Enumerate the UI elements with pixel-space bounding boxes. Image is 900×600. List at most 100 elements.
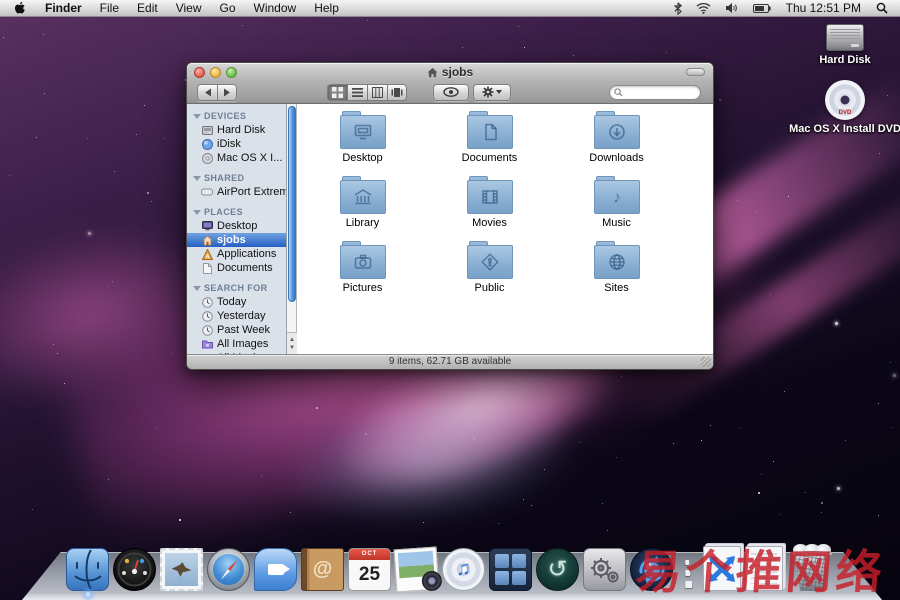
desktop-folder-icon [340,115,386,149]
apple-menu-icon[interactable] [0,1,36,15]
scroll-up-icon[interactable]: ▲ [289,337,295,343]
folder-public[interactable]: Public [426,242,553,307]
menu-file[interactable]: File [91,0,128,17]
sidebar-section-search-for[interactable]: SEARCH FOR [187,281,286,295]
disclosure-triangle-icon[interactable] [193,286,201,291]
back-button[interactable] [197,84,217,101]
stamp-image [165,553,198,586]
sidebar-item-airport-extreme[interactable]: AirPort Extreme [187,185,286,199]
address-book-dock-icon[interactable]: @ [301,548,344,591]
view-mode-control [327,84,407,101]
icon-view-button[interactable] [327,84,347,101]
list-view-button[interactable] [347,84,367,101]
crossed-arrows-logo [707,554,737,584]
trash-dock-icon[interactable] [787,545,837,591]
action-menu-button[interactable] [473,84,511,101]
toolbar [187,81,713,104]
ical-dock-icon[interactable]: OCT 25 [348,548,391,591]
sidebar-item-applications[interactable]: A Applications [187,247,286,261]
menu-go[interactable]: Go [211,0,245,17]
folder-desktop[interactable]: Desktop [299,112,426,177]
itunes-dock-icon[interactable]: ♫ [442,548,485,591]
sidebar-item-today[interactable]: Today [187,295,286,309]
space-tile [512,554,526,568]
documents-folder-icon [467,115,513,149]
clock-icon [201,310,213,322]
menu-help[interactable]: Help [305,0,348,17]
system-preferences-dock-icon[interactable] [583,548,626,591]
forward-button[interactable] [217,84,237,101]
quick-look-button[interactable] [433,84,469,101]
sidebar-item-idisk[interactable]: iDisk [187,137,286,151]
sidebar-item-hard-disk[interactable]: Hard Disk [187,123,286,137]
folder-pictures[interactable]: Pictures [299,242,426,307]
documents-stack-dock-icon[interactable] [703,546,741,591]
desktop-icon-install-dvd[interactable]: DVD Mac OS X Install DVD [770,80,900,135]
menu-finder[interactable]: Finder [36,0,91,17]
sidebar-scrollbar[interactable]: ▲ ▼ [287,104,297,354]
column-view-button[interactable] [367,84,387,101]
resize-grip[interactable] [701,357,711,367]
folder-downloads[interactable]: Downloads [553,112,680,177]
sidebar-item-sjobs[interactable]: sjobs [187,233,286,247]
applications-icon: A [201,248,213,260]
music-note-glyph: ♫ [456,558,471,581]
sidebar-item-install-dvd[interactable]: Mac OS X I... [187,151,286,165]
menu-window[interactable]: Window [245,0,306,17]
scrollbar-thumb[interactable] [288,106,296,302]
folder-music[interactable]: ♪ Music [553,177,680,242]
battery-icon[interactable] [746,4,778,13]
search-field[interactable] [609,85,701,100]
dock: @ OCT 25 ♫ ↺ [0,538,900,600]
ichat-dock-icon[interactable] [254,548,297,591]
svg-text:A: A [205,254,210,260]
bluetooth-icon[interactable] [667,2,689,15]
time-machine-dock-icon[interactable]: ↺ [536,548,579,591]
toolbar-toggle-button[interactable] [686,68,705,76]
desktop-icon-hard-disk[interactable]: Hard Disk [770,24,900,66]
disclosure-triangle-icon[interactable] [193,114,201,119]
sidebar-item-documents[interactable]: Documents [187,261,286,275]
menu-bar-clock[interactable]: Thu 12:51 PM [778,1,869,15]
volume-icon[interactable] [718,2,746,14]
file-browser-area[interactable]: Desktop Documents Downloads [297,104,713,354]
folder-movies[interactable]: Movies [426,177,553,242]
safari-dock-icon[interactable] [207,548,250,591]
folder-library[interactable]: Library [299,177,426,242]
chevron-down-icon [496,90,502,94]
menu-view[interactable]: View [167,0,211,17]
mail-dock-icon[interactable] [160,548,203,591]
finder-dock-icon[interactable] [66,548,109,591]
downloads-stack-dock-icon[interactable] [745,546,783,591]
calendar-day: 25 [349,560,390,590]
spaces-dock-icon[interactable] [489,548,532,591]
title-bar[interactable]: sjobs [187,63,713,81]
sidebar-item-past-week[interactable]: Past Week [187,323,286,337]
pictures-folder-icon [340,245,386,279]
scroll-down-icon[interactable]: ▼ [289,345,295,351]
compass-icon [213,554,244,585]
sidebar-section-devices[interactable]: DEVICES [187,109,286,123]
disclosure-triangle-icon[interactable] [193,176,201,181]
search-input[interactable] [623,87,693,98]
dashboard-dock-icon[interactable] [113,548,156,591]
calendar-month: OCT [349,549,390,560]
disclosure-triangle-icon[interactable] [193,210,201,215]
sidebar-section-shared[interactable]: SHARED [187,171,286,185]
iphoto-dock-icon[interactable] [394,547,440,593]
sidebar-section-places[interactable]: PLACES [187,205,286,219]
sidebar-item-yesterday[interactable]: Yesterday [187,309,286,323]
cover-flow-view-button[interactable] [387,84,407,101]
downloads-folder-icon [594,115,640,149]
spotlight-icon[interactable] [869,2,900,14]
menu-edit[interactable]: Edit [128,0,167,17]
software-update-dock-icon[interactable] [630,548,673,591]
folder-sites[interactable]: Sites [553,242,680,307]
sidebar-item-desktop[interactable]: Desktop [187,219,286,233]
wifi-icon[interactable] [689,2,718,14]
scrollbar-arrows[interactable]: ▲ ▼ [287,332,297,354]
folder-documents[interactable]: Documents [426,112,553,177]
sidebar-item-all-images[interactable]: All Images [187,337,286,351]
desktop-icon-label: Hard Disk [819,54,870,66]
gear-icon [482,86,494,98]
